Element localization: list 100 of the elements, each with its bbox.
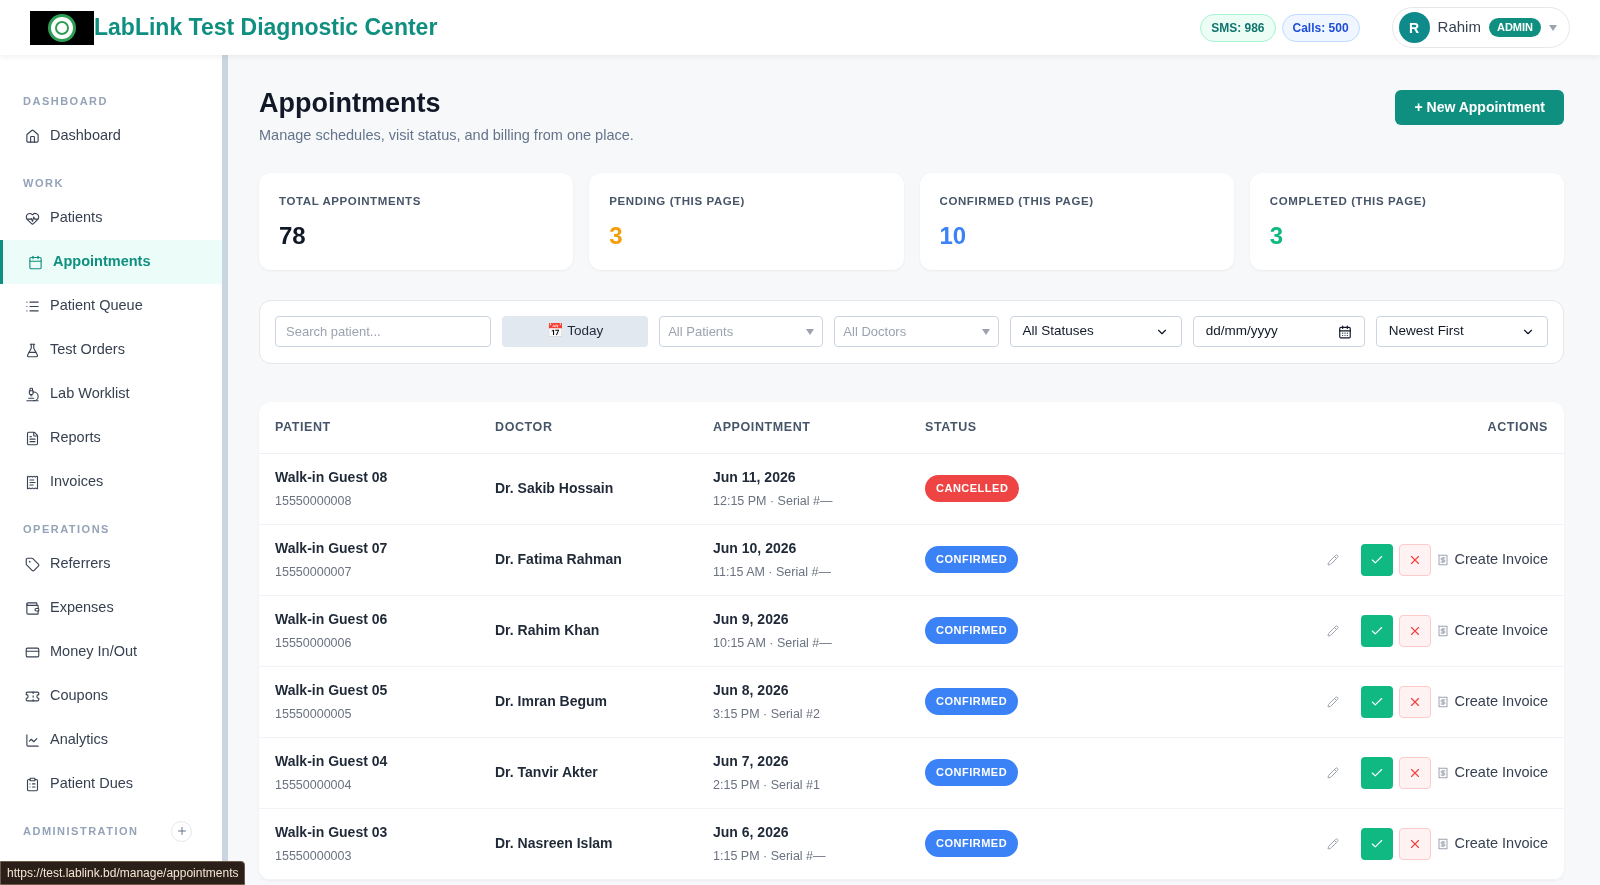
section-heading: ADMINISTRATION	[23, 823, 139, 839]
user-menu[interactable]: R Rahim ADMIN	[1391, 7, 1570, 48]
doctor-name: Dr. Sakib Hossain	[495, 479, 615, 498]
appointment-time: 11:15 AM · Serial #—	[713, 563, 832, 581]
patient-name: Walk-in Guest 03	[275, 822, 389, 842]
create-invoice-button[interactable]: Create Invoice	[1436, 690, 1548, 713]
section-heading: DASHBOARD	[23, 93, 108, 109]
clipboard-icon	[25, 776, 40, 792]
confirm-button[interactable]	[1360, 685, 1393, 718]
today-button[interactable]: 📅 Today	[502, 316, 649, 347]
patient-name: Walk-in Guest 07	[275, 538, 389, 558]
doctor-name: Dr. Nasreen Islam	[495, 834, 614, 853]
stat-label: TOTAL APPOINTMENTS	[279, 193, 422, 209]
status-badge: CANCELLED	[925, 475, 1020, 502]
column-header: APPOINTMENT	[713, 418, 812, 436]
create-invoice-button[interactable]: Create Invoice	[1436, 548, 1548, 571]
patient-name: Walk-in Guest 08	[275, 467, 389, 487]
dropdown-caret-icon	[1549, 24, 1557, 31]
sidebar-item[interactable]: Appointments	[0, 240, 222, 284]
patient-name: Walk-in Guest 04	[275, 751, 389, 771]
sidebar-item[interactable]: Patient Queue	[0, 284, 222, 328]
brand-name: LabLink Test Diagnostic Center	[94, 13, 438, 43]
appointment-date: Jun 10, 2026	[713, 538, 798, 558]
confirm-button[interactable]	[1360, 827, 1393, 860]
sidebar-item[interactable]: Referrers	[0, 542, 222, 586]
sidebar-item[interactable]: Invoices	[0, 460, 222, 504]
sidebar-item[interactable]: Test Orders	[0, 328, 222, 372]
cancel-button[interactable]	[1398, 756, 1431, 789]
user-name: Rahim	[1437, 17, 1481, 38]
cancel-button[interactable]	[1398, 827, 1431, 860]
sidebar-item[interactable]: Expenses	[0, 586, 222, 630]
receipt-icon	[1436, 553, 1449, 566]
stat-label: COMPLETED (THIS PAGE)	[1269, 193, 1428, 209]
dropdown-caret-icon	[806, 328, 815, 335]
cancel-button[interactable]	[1398, 543, 1431, 576]
card-icon	[25, 644, 40, 660]
doctor-name: Dr. Rahim Khan	[495, 621, 601, 640]
sidebar-item[interactable]: Reports	[0, 416, 222, 460]
receipt-icon	[1436, 837, 1449, 850]
edit-icon[interactable]	[1326, 695, 1339, 708]
patient-phone: 15550000008	[275, 492, 353, 510]
section-heading: WORK	[23, 175, 64, 191]
cancel-button[interactable]	[1398, 614, 1431, 647]
microscope-icon	[25, 386, 40, 402]
column-header: ACTIONS	[1486, 418, 1548, 436]
patient-phone: 15550000004	[275, 776, 353, 794]
status-badge: CONFIRMED	[925, 759, 1019, 786]
appointment-date: Jun 6, 2026	[713, 822, 790, 842]
status-badge: CONFIRMED	[925, 830, 1019, 857]
calendar-icon	[1337, 324, 1352, 339]
confirm-button[interactable]	[1360, 756, 1393, 789]
column-header: DOCTOR	[495, 418, 554, 436]
sidebar-item[interactable]: Analytics	[0, 718, 222, 762]
document-icon	[25, 430, 40, 446]
wallet-icon	[25, 600, 40, 616]
patient-phone: 15550000006	[275, 634, 353, 652]
sms-counter: SMS: 986	[1200, 13, 1276, 42]
appointment-time: 1:15 PM · Serial #—	[713, 847, 827, 865]
cancel-button[interactable]	[1398, 685, 1431, 718]
patient-phone: 15550000007	[275, 563, 353, 581]
patient-phone: 15550000003	[275, 847, 353, 865]
sidebar-item[interactable]: Dashboard	[0, 114, 222, 158]
receipt-icon	[1436, 766, 1449, 779]
heart-icon	[25, 210, 40, 226]
sort-select[interactable]: Newest First	[1375, 316, 1549, 347]
stat-label: CONFIRMED (THIS PAGE)	[939, 193, 1095, 209]
list-icon	[25, 298, 40, 314]
appointment-date: Jun 9, 2026	[713, 609, 790, 629]
receipt-icon	[1436, 695, 1449, 708]
status-badge: CONFIRMED	[925, 688, 1019, 715]
sidebar-item[interactable]: Patient Dues	[0, 762, 222, 806]
search-field[interactable]: Search patient...	[275, 316, 491, 347]
calendar-icon	[28, 254, 43, 270]
confirm-button[interactable]	[1360, 543, 1393, 576]
sidebar-item[interactable]: Coupons	[0, 674, 222, 718]
edit-icon[interactable]	[1326, 766, 1339, 779]
date-field[interactable]: dd/mm/yyyy	[1192, 316, 1365, 347]
calls-counter: Calls: 500	[1281, 13, 1360, 42]
patient-name: Walk-in Guest 06	[275, 609, 389, 629]
sidebar-item[interactable]: Money In/Out	[0, 630, 222, 674]
appointment-time: 3:15 PM · Serial #2	[713, 705, 821, 723]
edit-icon[interactable]	[1326, 837, 1339, 850]
confirm-button[interactable]	[1360, 614, 1393, 647]
edit-icon[interactable]	[1326, 624, 1339, 637]
sidebar-item[interactable]: Lab Worklist	[0, 372, 222, 416]
status-select[interactable]: All Statuses	[1009, 316, 1182, 347]
new-appointment-button[interactable]: + New Appointment	[1395, 90, 1564, 125]
page-subtitle: Manage schedules, visit status, and billing from one place.	[259, 125, 634, 145]
create-invoice-button[interactable]: Create Invoice	[1436, 832, 1548, 855]
column-header: PATIENT	[275, 418, 332, 436]
create-invoice-button[interactable]: Create Invoice	[1436, 761, 1548, 784]
edit-icon[interactable]	[1326, 553, 1339, 566]
tag-icon	[25, 556, 40, 572]
sidebar-item[interactable]: Patients	[0, 196, 222, 240]
home-icon	[25, 128, 40, 144]
column-header: STATUS	[925, 418, 978, 436]
create-invoice-button[interactable]: Create Invoice	[1436, 619, 1548, 642]
status-badge: CONFIRMED	[925, 617, 1019, 644]
appointment-date: Jun 7, 2026	[713, 751, 790, 771]
user-avatar: R	[1398, 12, 1430, 43]
